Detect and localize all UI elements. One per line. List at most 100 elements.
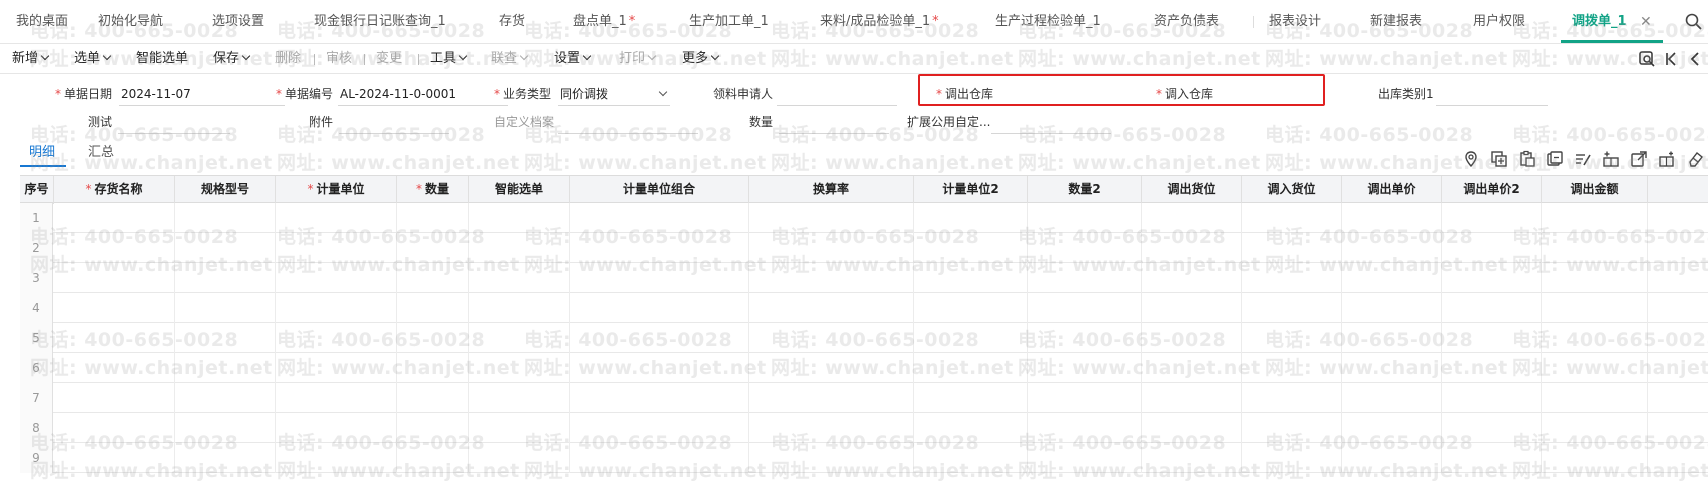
tab-process-inspection[interactable]: 生产过程检验单_1 <box>995 0 1101 44</box>
tab-production-process[interactable]: 生产加工单_1 <box>689 0 769 44</box>
tab-init-guide[interactable]: 初始化导航 <box>98 0 163 44</box>
table-cell[interactable] <box>175 233 276 263</box>
insert-row-icon[interactable] <box>1602 150 1620 168</box>
attachment-input[interactable] <box>339 110 449 134</box>
date-input[interactable]: 2024-11-07 <box>119 82 285 106</box>
table-cell[interactable] <box>1542 383 1648 413</box>
table-row[interactable]: 3 <box>20 263 1708 293</box>
custom-archive-input[interactable] <box>558 110 698 134</box>
table-cell[interactable] <box>1028 323 1142 353</box>
test-input[interactable] <box>118 110 230 134</box>
tab-user-permission[interactable]: 用户权限 <box>1473 0 1525 44</box>
table-cell[interactable] <box>1648 383 1708 413</box>
table-cell[interactable] <box>1442 443 1542 473</box>
table-cell[interactable] <box>469 413 570 443</box>
table-cell[interactable] <box>1028 383 1142 413</box>
table-cell[interactable] <box>1648 443 1708 473</box>
table-cell[interactable] <box>1142 383 1242 413</box>
table-cell[interactable] <box>1242 233 1342 263</box>
table-cell[interactable] <box>1028 263 1142 293</box>
col-header-unit2[interactable]: 计量单位2 <box>914 176 1028 204</box>
prev-record-icon[interactable] <box>1686 50 1704 68</box>
table-cell[interactable] <box>1442 323 1542 353</box>
table-row[interactable]: 7 <box>20 383 1708 413</box>
table-cell[interactable] <box>54 413 175 443</box>
col-header-item-name[interactable]: * 存货名称 <box>54 176 175 204</box>
table-cell[interactable] <box>397 353 469 383</box>
table-cell[interactable] <box>397 293 469 323</box>
col-header-out-price2[interactable]: 调出单价2 <box>1442 176 1542 204</box>
linked-query-button[interactable]: 联查 <box>491 44 529 74</box>
table-cell[interactable] <box>570 203 749 233</box>
table-cell[interactable] <box>1648 293 1708 323</box>
locate-search-icon[interactable] <box>1638 50 1656 68</box>
table-cell[interactable] <box>54 203 175 233</box>
smart-select-button[interactable]: 智能选单 <box>136 44 188 74</box>
copy-row-icon[interactable] <box>1546 150 1564 168</box>
col-header-conversion-rate[interactable]: 换算率 <box>749 176 914 204</box>
tab-balance-sheet[interactable]: 资产负债表 <box>1154 0 1219 44</box>
table-cell[interactable] <box>175 203 276 233</box>
biz-type-select[interactable]: 同价调拨 <box>558 82 670 106</box>
table-cell[interactable] <box>1242 263 1342 293</box>
tab-cash-bank-journal[interactable]: 现金银行日记账查询_1 <box>314 0 446 44</box>
export-icon[interactable] <box>1630 150 1648 168</box>
save-button[interactable]: 保存 <box>213 44 251 74</box>
table-cell[interactable] <box>1342 383 1442 413</box>
paste-row-icon[interactable] <box>1518 150 1536 168</box>
col-header-quantity2[interactable]: 数量2 <box>1028 176 1142 204</box>
audit-button[interactable]: 审核 <box>326 44 352 74</box>
table-cell[interactable] <box>1242 383 1342 413</box>
table-cell[interactable] <box>1342 203 1442 233</box>
table-cell[interactable] <box>1142 263 1242 293</box>
table-cell[interactable] <box>1342 353 1442 383</box>
table-cell[interactable] <box>570 353 749 383</box>
table-cell[interactable] <box>1542 353 1648 383</box>
add-row-icon[interactable] <box>1490 150 1508 168</box>
table-cell[interactable] <box>1342 443 1442 473</box>
table-cell[interactable] <box>175 443 276 473</box>
table-cell[interactable] <box>1542 233 1648 263</box>
ext-custom-input[interactable] <box>991 110 1111 134</box>
table-cell[interactable] <box>469 443 570 473</box>
table-cell[interactable] <box>276 443 397 473</box>
table-cell[interactable] <box>749 443 914 473</box>
col-header-unit-combo[interactable]: 计量单位组合 <box>570 176 749 204</box>
table-cell[interactable] <box>397 413 469 443</box>
requester-input[interactable] <box>777 82 897 106</box>
table-cell[interactable] <box>1028 413 1142 443</box>
table-cell[interactable] <box>1242 443 1342 473</box>
tab-new-report[interactable]: 新建报表 <box>1370 0 1422 44</box>
table-cell[interactable] <box>1542 323 1648 353</box>
quantity-input[interactable] <box>779 110 889 134</box>
table-cell[interactable] <box>749 413 914 443</box>
table-cell[interactable] <box>914 233 1028 263</box>
col-header-out-amount[interactable]: 调出金额 <box>1542 176 1648 204</box>
table-cell[interactable] <box>1242 293 1342 323</box>
table-row[interactable]: 5 <box>20 323 1708 353</box>
table-cell[interactable] <box>914 293 1028 323</box>
table-cell[interactable] <box>54 233 175 263</box>
table-cell[interactable] <box>1542 443 1648 473</box>
more-button[interactable]: 更多 <box>682 44 720 74</box>
table-row[interactable]: 4 <box>20 293 1708 323</box>
table-cell[interactable] <box>1028 353 1142 383</box>
table-cell[interactable] <box>1442 263 1542 293</box>
table-cell[interactable] <box>914 323 1028 353</box>
table-cell[interactable] <box>397 383 469 413</box>
table-cell[interactable] <box>914 203 1028 233</box>
first-record-icon[interactable] <box>1662 50 1680 68</box>
split-column-icon[interactable] <box>1658 150 1676 168</box>
table-cell[interactable] <box>175 323 276 353</box>
table-cell[interactable] <box>1342 323 1442 353</box>
table-cell[interactable] <box>1542 413 1648 443</box>
search-icon[interactable] <box>1684 12 1704 32</box>
table-cell[interactable] <box>397 233 469 263</box>
table-cell[interactable] <box>397 263 469 293</box>
table-cell[interactable] <box>570 383 749 413</box>
table-cell[interactable] <box>570 413 749 443</box>
table-cell[interactable] <box>1242 323 1342 353</box>
table-cell[interactable] <box>276 353 397 383</box>
table-cell[interactable] <box>1442 203 1542 233</box>
tab-transfer-order[interactable]: 调拨单_1 <box>1572 0 1627 44</box>
